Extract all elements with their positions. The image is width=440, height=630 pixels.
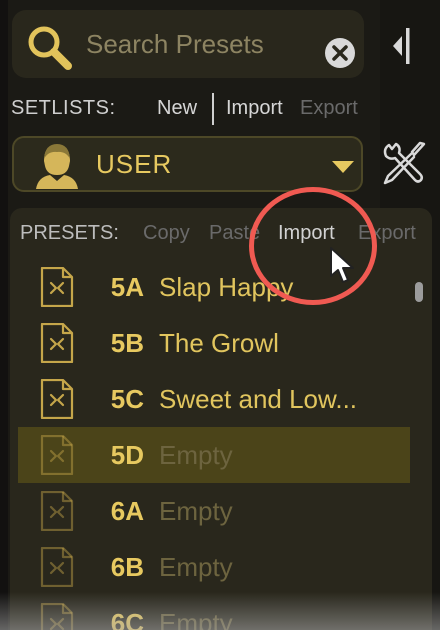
presets-label: PRESETS: [20, 222, 119, 244]
preset-file-icon-stroke [49, 561, 58, 575]
preset-file-icon-stroke [49, 393, 58, 407]
setlist-selected: USER [96, 149, 173, 179]
preset-file-icon [40, 434, 74, 480]
preset-file-icon [40, 322, 74, 368]
preset-file-icon-stroke [56, 449, 65, 463]
preset-slot: 6A [110, 496, 144, 526]
preset-name: Empty [159, 552, 233, 582]
clear-search-icon[interactable] [324, 37, 356, 74]
preset-row[interactable]: 6B Empty [10, 539, 410, 595]
setlists-label: SETLISTS: [11, 97, 116, 119]
preset-file-icon-stroke [56, 393, 65, 407]
preset-file-icon-stroke [40, 322, 74, 364]
preset-file-icon-stroke [40, 546, 74, 588]
preset-name: Empty [159, 496, 233, 526]
preset-slot: 5D [110, 440, 144, 470]
preset-name: Sweet and Low... [159, 384, 358, 414]
collapse-panel-icon[interactable] [390, 26, 416, 71]
mouse-pointer-icon [329, 246, 359, 291]
preset-file-icon [40, 266, 74, 312]
setlist-dropdown[interactable]: USER [12, 136, 363, 192]
preset-file-icon-stroke [56, 281, 65, 295]
preset-file-icon-stroke [40, 490, 74, 532]
search-input[interactable]: Search Presets [86, 10, 316, 78]
user-avatar-icon [34, 141, 80, 194]
import-setlist-button[interactable]: Import [226, 97, 283, 120]
preset-browser: Search Presets SETLISTS: New Import Expo… [0, 0, 440, 630]
preset-file-icon [40, 546, 74, 592]
preset-file-icon-stroke [49, 281, 58, 295]
preset-file-icon-stroke [40, 266, 74, 308]
search-box[interactable]: Search Presets [12, 10, 364, 78]
preset-row[interactable]: 5C Sweet and Low... [10, 371, 410, 427]
preset-row[interactable]: 5B The Growl [10, 315, 410, 371]
preset-row[interactable]: 5D Empty [18, 427, 410, 483]
bottom-fade [0, 592, 440, 630]
chevron-down-icon [332, 160, 354, 178]
preset-file-icon-stroke [40, 378, 74, 420]
preset-file-icon-stroke [49, 505, 58, 519]
preset-file-icon-stroke [56, 337, 65, 351]
preset-slot: 5B [110, 328, 144, 358]
scrollbar-thumb[interactable] [415, 282, 423, 302]
preset-row[interactable]: 6A Empty [10, 483, 410, 539]
left-edge [0, 0, 8, 630]
export-setlist-button[interactable]: Export [300, 97, 358, 120]
preset-file-icon-stroke [49, 337, 58, 351]
preset-name: The Growl [159, 328, 279, 358]
search-icon [24, 24, 76, 77]
preset-slot: 5A [110, 272, 144, 302]
preset-list: 5A Slap Happy 5B The Growl 5C Sweet and Low..… [10, 259, 410, 630]
preset-slot: 5C [110, 384, 144, 414]
preset-slot: 6B [110, 552, 144, 582]
new-setlist-button[interactable]: New [157, 97, 197, 120]
setlists-divider [212, 93, 214, 125]
preset-file-icon-stroke [56, 505, 65, 519]
preset-file-icon [40, 490, 74, 536]
preset-file-icon-stroke [49, 449, 58, 463]
preset-name: Empty [159, 440, 233, 470]
wrench-screwdriver-icon[interactable] [380, 140, 430, 193]
preset-file-icon-stroke [56, 561, 65, 575]
preset-file-icon-stroke [40, 434, 74, 476]
copy-preset-button[interactable]: Copy [143, 222, 190, 245]
preset-file-icon [40, 378, 74, 424]
